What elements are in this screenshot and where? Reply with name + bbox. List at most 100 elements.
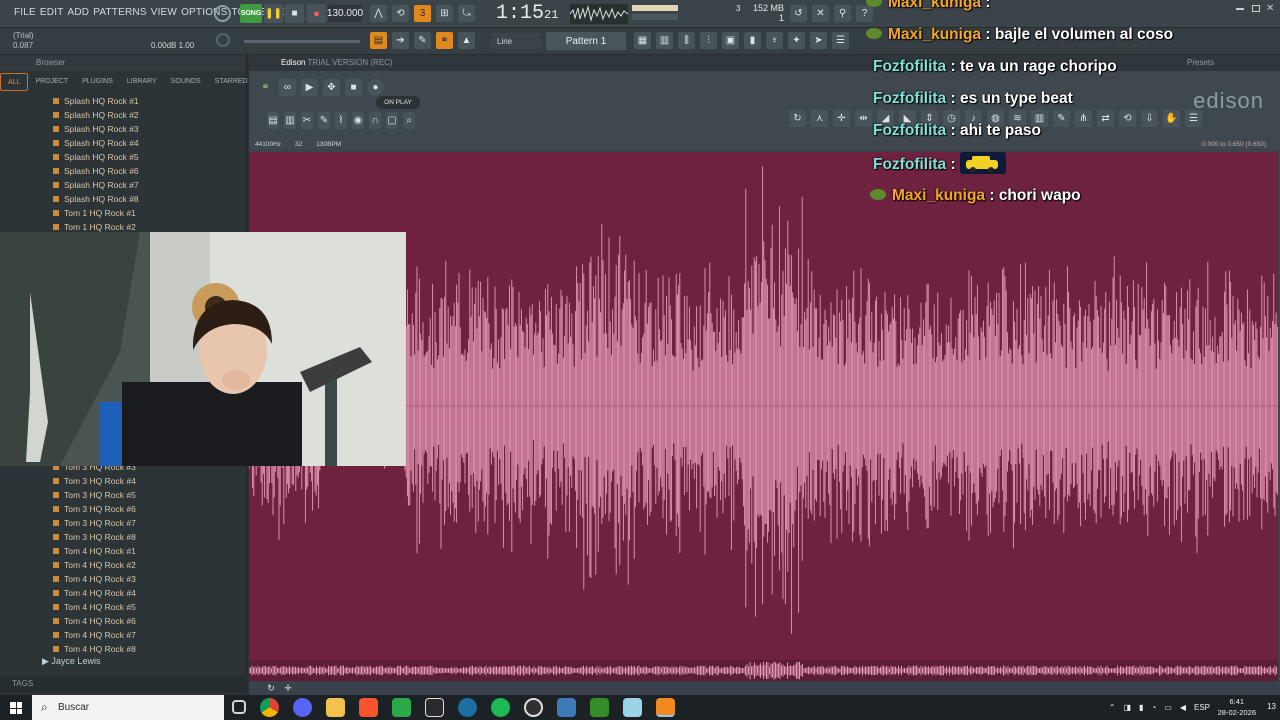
tags-label[interactable]: TAGS [12, 679, 33, 688]
select-all-icon[interactable]: ▢ [386, 112, 398, 129]
loop-record-icon[interactable]: ⤿ [458, 5, 475, 22]
reverse-icon[interactable]: ⟲ [1119, 110, 1136, 127]
export-icon[interactable]: ⇩ [1141, 110, 1158, 127]
browser-item[interactable]: Tom 4 HQ Rock #6 [0, 614, 247, 628]
browser-item[interactable]: Tom 3 HQ Rock #7 [0, 516, 247, 530]
loop-tool-icon[interactable]: ↻ [789, 110, 806, 127]
tempo-display[interactable]: 130.000 [327, 5, 363, 22]
record-button[interactable]: ● [307, 4, 326, 23]
link-icon[interactable]: ⚭ [436, 32, 453, 49]
cut-icon[interactable]: ✂ [301, 112, 313, 129]
browser-item[interactable]: Tom 4 HQ Rock #4 [0, 586, 247, 600]
copy-icon[interactable]: ▥ [284, 112, 296, 129]
send-icon[interactable]: ➤ [810, 32, 827, 49]
browser-item[interactable]: Splash HQ Rock #6 [0, 164, 247, 178]
song-position-display[interactable]: 1:1521 [496, 2, 566, 26]
arrow-icon[interactable]: ➔ [392, 32, 409, 49]
add-marker-icon[interactable]: ✛ [282, 682, 294, 694]
main-pitch-slider[interactable] [244, 40, 360, 43]
browser-folder[interactable]: ▶ Jayce Lewis [42, 656, 100, 667]
pitch-knob[interactable] [216, 33, 230, 47]
taskbar-clock[interactable]: 6:41 28-02-2026 [1218, 696, 1256, 718]
spotify-icon[interactable] [491, 698, 510, 717]
edison-presets[interactable]: Presets [1187, 55, 1214, 71]
piano-roll-icon[interactable]: ▦ [634, 32, 651, 49]
window-minimize-button[interactable] [1236, 8, 1244, 10]
tab-project[interactable]: PROJECT [28, 73, 75, 91]
metronome-icon[interactable]: ⋀ [370, 5, 387, 22]
wait-input-icon[interactable]: ⟲ [392, 5, 409, 22]
task-view-icon[interactable] [232, 700, 246, 714]
chat-username[interactable]: Fozfofilita [873, 90, 946, 107]
edison-play-icon[interactable]: ▶ [301, 79, 318, 96]
tray-chevron-icon[interactable]: ⌃ [1109, 703, 1116, 712]
chat-username[interactable]: Maxi_kuniga [892, 187, 985, 204]
menu-add[interactable]: ADD [68, 7, 90, 18]
browser-item[interactable]: Tom 4 HQ Rock #7 [0, 628, 247, 642]
pattern-selector[interactable]: Pattern 1 [546, 32, 626, 50]
steam-icon[interactable] [458, 698, 477, 717]
stamp-icon[interactable]: ▲ [458, 32, 475, 49]
brush-icon[interactable]: ✎ [1053, 110, 1070, 127]
browser-icon[interactable]: ▣ [722, 32, 739, 49]
play-pause-button[interactable]: ❚❚ [264, 4, 283, 23]
song-mode-button[interactable]: SONG [240, 4, 262, 23]
notifications-badge[interactable]: 13 [1267, 702, 1276, 711]
draw-icon[interactable]: ✎ [414, 32, 431, 49]
plugin-icon[interactable]: ⫶ [700, 32, 717, 49]
playlist-icon[interactable]: ▤ [370, 32, 387, 49]
browser-item[interactable]: Tom 4 HQ Rock #1 [0, 544, 247, 558]
tab-library[interactable]: LIBRARY [120, 73, 164, 91]
on-play-toggle[interactable]: ON PLAY [376, 96, 420, 109]
browser-item[interactable]: Splash HQ Rock #4 [0, 136, 247, 150]
tray-network-icon[interactable]: ▭ [1164, 703, 1172, 712]
wrench-icon[interactable]: ✎ [318, 112, 330, 129]
brave-icon[interactable] [359, 698, 378, 717]
marker-icon[interactable]: ⌇ [335, 112, 347, 129]
refresh-icon[interactable]: ↻ [265, 682, 277, 694]
browser-item[interactable]: Tom 3 HQ Rock #6 [0, 502, 247, 516]
window-close-button[interactable]: ✕ [1266, 3, 1274, 14]
browser-item[interactable]: Splash HQ Rock #3 [0, 122, 247, 136]
browser-item[interactable]: Splash HQ Rock #1 [0, 94, 247, 108]
menu-patterns[interactable]: PATTERNS [93, 7, 146, 18]
split-icon[interactable]: ⇹ [855, 110, 872, 127]
browser-item[interactable]: Tom 4 HQ Rock #5 [0, 600, 247, 614]
tray-mic-icon[interactable]: ▮ [1139, 703, 1143, 712]
tray-volume-icon[interactable]: ◀ [1180, 703, 1186, 712]
tab-sounds[interactable]: SOUNDS [164, 73, 208, 91]
edison-stop-icon[interactable]: ■ [345, 79, 362, 96]
plug-icon[interactable]: ♆ [766, 32, 783, 49]
learn-icon[interactable]: ✦ [788, 32, 805, 49]
flip-icon[interactable]: ⇄ [1097, 110, 1114, 127]
chat-username[interactable]: Fozfofilita [873, 122, 946, 139]
tab-all[interactable]: ALL [0, 73, 29, 91]
browser-item[interactable]: Splash HQ Rock #2 [0, 108, 247, 122]
snap-select[interactable]: Line [491, 33, 541, 49]
menu-view[interactable]: VIEW [151, 7, 177, 18]
crosshair-icon[interactable]: ✛ [833, 110, 850, 127]
window-maximize-button[interactable] [1252, 5, 1260, 12]
browser-item[interactable]: Tom 3 HQ Rock #8 [0, 530, 247, 544]
drag-icon[interactable]: ✋ [1163, 110, 1180, 127]
menu-file[interactable]: FILE [14, 7, 36, 18]
zoom-icon[interactable]: ⌕ [403, 112, 415, 129]
chat-username[interactable]: Maxi_kuniga [888, 26, 981, 43]
undo-icon[interactable]: ↺ [790, 5, 807, 22]
launcher-icon[interactable] [557, 698, 576, 717]
tab-starred[interactable]: STARRED [208, 73, 255, 91]
browser-item[interactable]: Tom 3 HQ Rock #4 [0, 474, 247, 488]
edison-record-icon[interactable]: ● [367, 79, 384, 96]
browser-item[interactable]: Tom 4 HQ Rock #3 [0, 572, 247, 586]
notes-icon[interactable] [623, 698, 642, 717]
eye-icon[interactable]: ◉ [352, 112, 364, 129]
menu-edit[interactable]: EDIT [40, 7, 64, 18]
channel-rack-icon[interactable]: ▥ [656, 32, 673, 49]
save-icon[interactable]: ▤ [267, 112, 279, 129]
blend-notes-icon[interactable]: ⊞ [436, 5, 453, 22]
browser-item[interactable]: Tom 3 HQ Rock #5 [0, 488, 247, 502]
record-icon[interactable]: ▮ [744, 32, 761, 49]
discord-icon[interactable] [293, 698, 312, 717]
browser-item[interactable]: Splash HQ Rock #5 [0, 150, 247, 164]
edison-move-icon[interactable]: ✥ [323, 79, 340, 96]
